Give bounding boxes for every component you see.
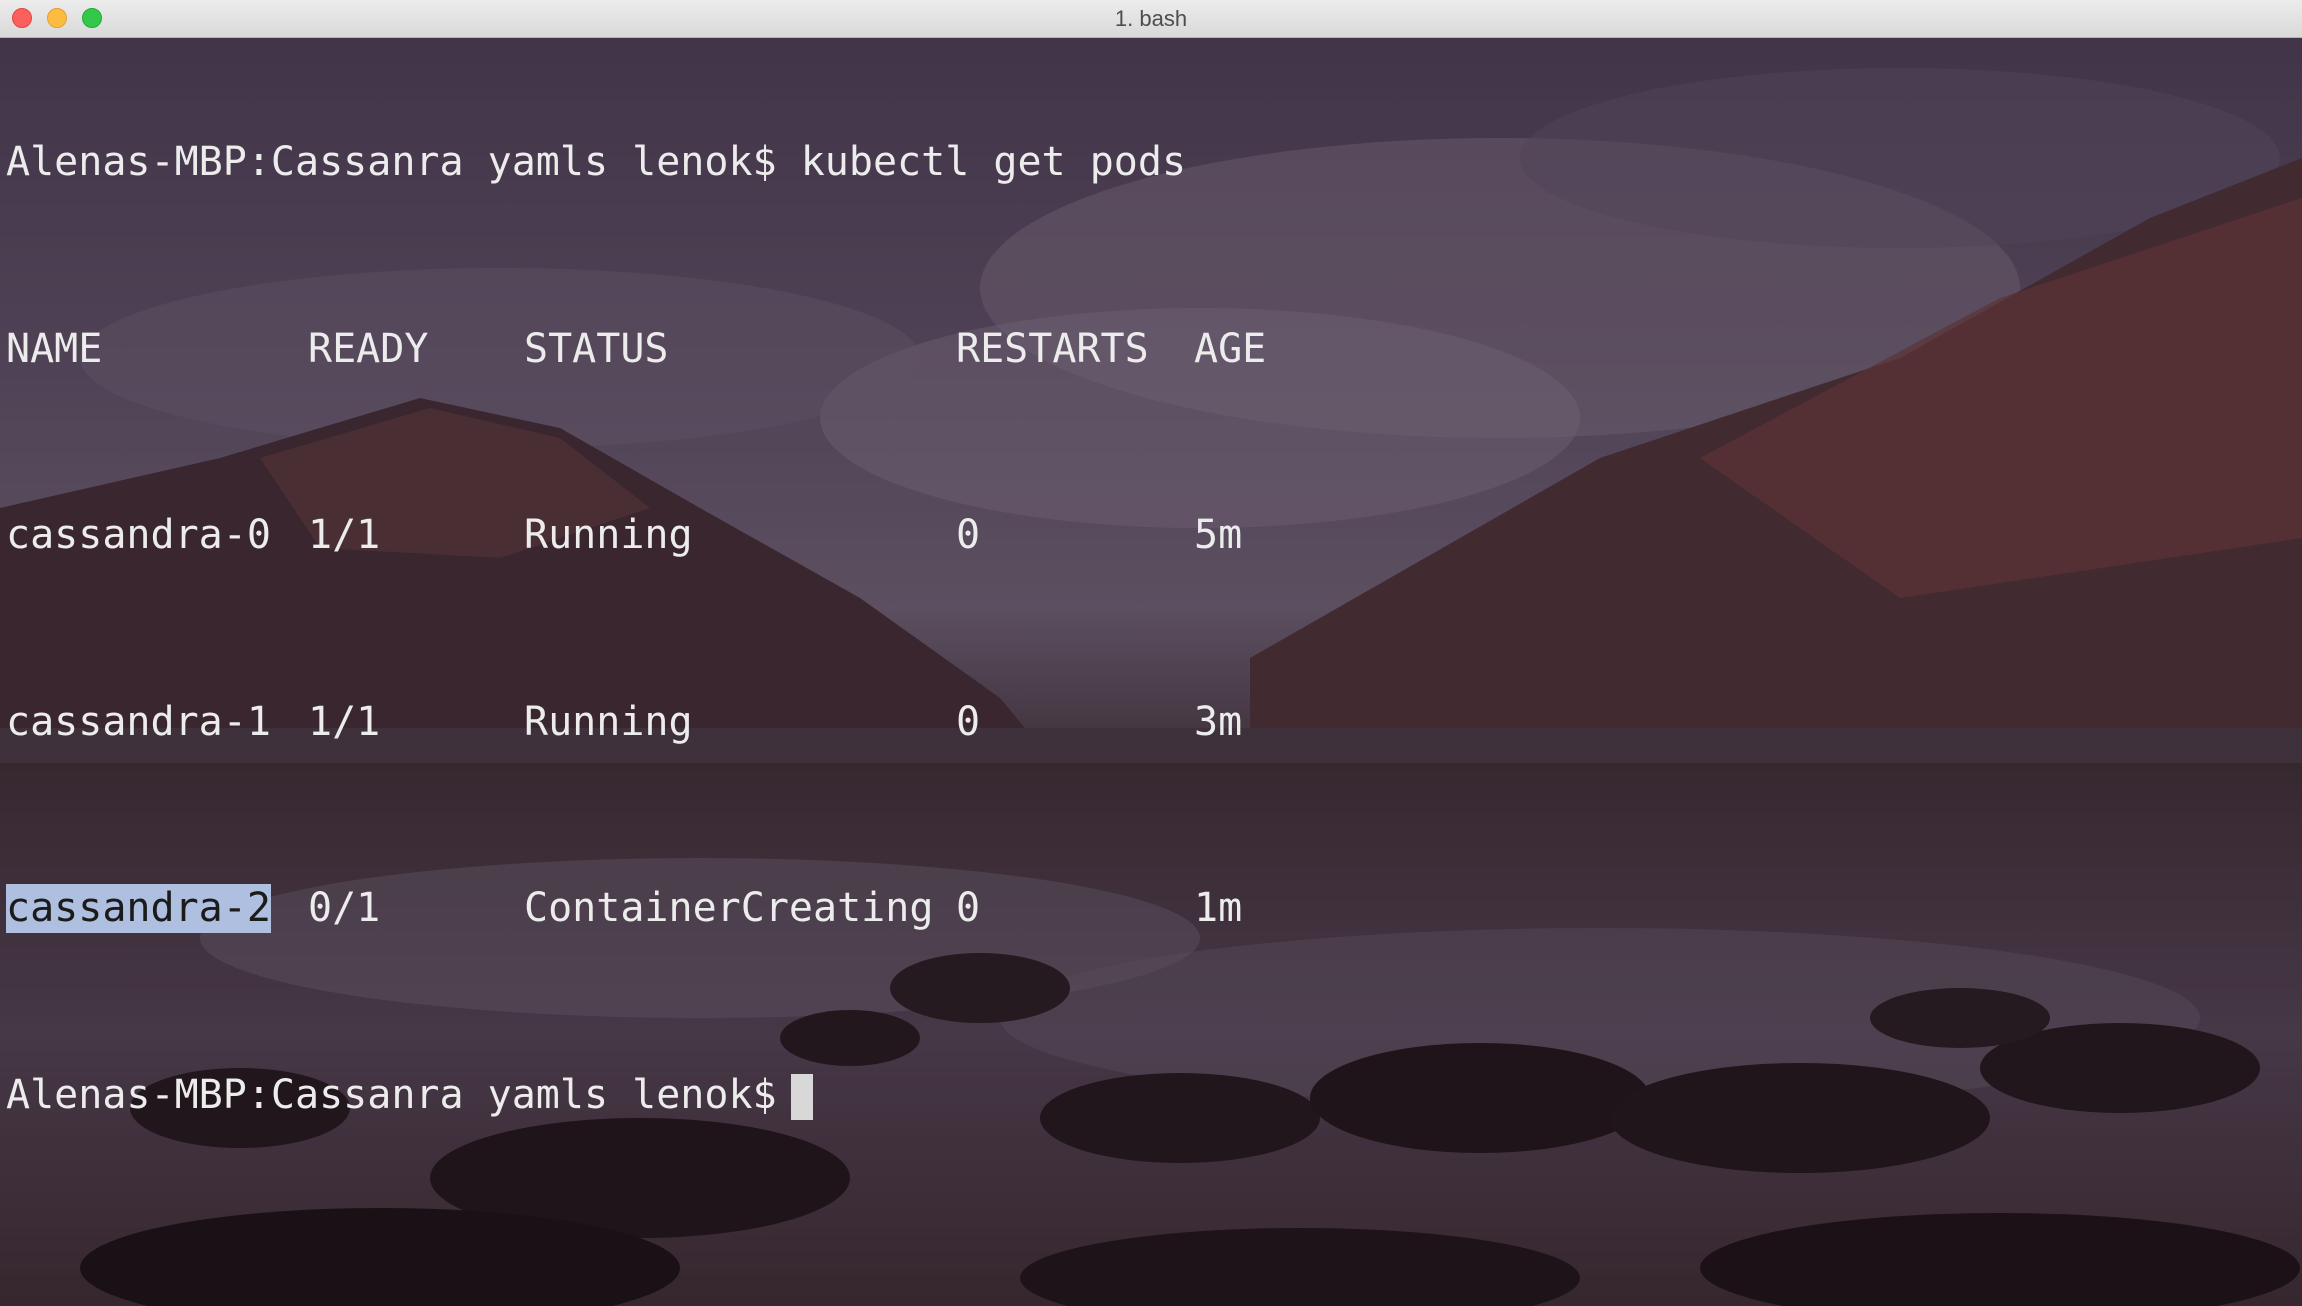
table-row: cassandra-2 0/1 ContainerCreating 0 1m — [6, 884, 1242, 933]
pod-ready: 1/1 — [308, 698, 381, 745]
pod-age: 5m — [1194, 512, 1243, 558]
pod-name[interactable]: cassandra-0 — [6, 511, 271, 560]
table-row: cassandra-0 1/1 Running 0 5m — [6, 511, 1242, 560]
pod-restarts: 0 — [956, 512, 981, 558]
pod-status: ContainerCreating — [524, 885, 934, 931]
pod-name[interactable]: cassandra-1 — [6, 698, 271, 747]
pod-status: Running — [524, 698, 693, 745]
pod-restarts: 0 — [956, 885, 981, 931]
pod-restarts: 0 — [956, 698, 981, 745]
command-line: Alenas-MBP:Cassanra yamls lenok$ kubectl… — [6, 138, 1186, 187]
pod-age: 3m — [1194, 698, 1243, 745]
pod-age: 1m — [1194, 885, 1243, 931]
current-prompt-line[interactable]: Alenas-MBP:Cassanra yamls lenok$ — [6, 1071, 1186, 1120]
terminal-pane[interactable]: Alenas-MBP:Cassanra yamls lenok$ kubectl… — [0, 38, 2302, 1306]
header-restarts: RESTARTS — [956, 325, 1149, 372]
pod-ready: 1/1 — [308, 512, 381, 558]
header-name: NAME — [6, 325, 103, 372]
pod-name-selected[interactable]: cassandra-2 — [6, 884, 271, 933]
header-ready: READY — [308, 325, 429, 372]
table-header: NAME READY STATUS RESTARTS AGE — [6, 325, 1266, 374]
pod-ready: 0/1 — [308, 885, 381, 931]
text-cursor — [790, 1073, 813, 1120]
current-prompt: Alenas-MBP:Cassanra yamls lenok$ — [6, 1071, 777, 1118]
terminal-window: 1. bash Alenas-MBP:Cassanra yamls lenok$… — [0, 0, 2302, 1306]
header-status: STATUS — [524, 325, 669, 372]
title-bar[interactable]: 1. bash — [0, 0, 2302, 38]
window-title: 1. bash — [1114, 6, 1188, 31]
header-age: AGE — [1194, 325, 1267, 372]
pod-status: Running — [524, 512, 693, 558]
prompt: Alenas-MBP:Cassanra yamls lenok$ — [6, 139, 777, 185]
table-row: cassandra-1 1/1 Running 0 3m — [6, 698, 1242, 747]
command-text: kubectl get pods — [800, 139, 1187, 185]
terminal-output[interactable]: Alenas-MBP:Cassanra yamls lenok$ kubectl… — [6, 46, 1266, 1211]
